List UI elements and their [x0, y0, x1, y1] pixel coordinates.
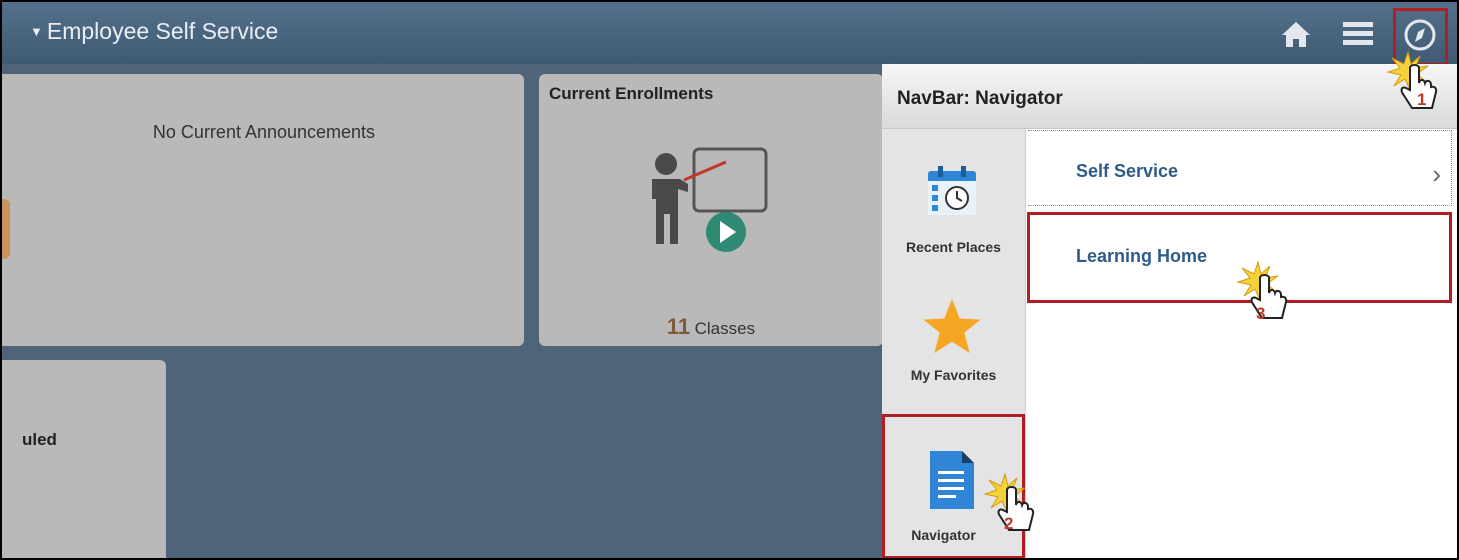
- side-item-recent-places[interactable]: Recent Places: [882, 129, 1025, 271]
- home-icon[interactable]: [1281, 20, 1311, 48]
- list-item-label: Self Service: [1076, 161, 1179, 181]
- callout-number: 2: [1004, 514, 1014, 533]
- side-item-my-favorites[interactable]: My Favorites: [882, 271, 1025, 413]
- hand-cursor-callout-3: 3: [1230, 260, 1300, 332]
- page-title-dropdown[interactable]: ▼ Employee Self Service: [30, 18, 278, 45]
- click-burst-icon: [1386, 50, 1438, 109]
- star-icon: [923, 299, 981, 353]
- navbar-title: NavBar: Navigator: [897, 88, 1063, 109]
- presentation-icon: [652, 147, 768, 252]
- calendar-clock-icon: [928, 166, 976, 215]
- menu-icon[interactable]: [1343, 22, 1373, 46]
- caret-down-icon: ▼: [30, 24, 43, 39]
- list-item-self-service[interactable]: Self Service ›: [1028, 130, 1452, 206]
- announcements-tile[interactable]: No Current Announcements: [2, 74, 524, 346]
- partial-tile-title: uled: [22, 430, 57, 449]
- tile-title: Current Enrollments: [549, 84, 714, 103]
- app-window: ▼ Employee Self Service No Current Announ…: [0, 0, 1459, 560]
- callout-number: 3: [1256, 304, 1266, 323]
- navbar-header: NavBar: Navigator: [882, 64, 1457, 129]
- hand-cursor-callout-1: 1: [1380, 50, 1450, 120]
- partial-graphic: [2, 199, 10, 259]
- enrollment-count-label: Classes: [694, 319, 756, 338]
- side-label: My Favorites: [910, 367, 997, 383]
- page-title: Employee Self Service: [46, 18, 279, 44]
- announcements-text: No Current Announcements: [152, 122, 376, 142]
- callout-number: 1: [1417, 90, 1427, 109]
- partial-tile[interactable]: uled: [2, 360, 166, 558]
- enrollment-count-row: 11 Classes: [539, 314, 883, 340]
- side-label: Recent Places: [906, 239, 1001, 255]
- current-enrollments-tile[interactable]: Current Enrollments 11 Classes: [539, 74, 883, 346]
- enrollment-count: 11: [666, 314, 691, 339]
- chevron-right-icon: ›: [1432, 159, 1441, 189]
- header-bar: ▼ Employee Self Service: [2, 2, 1457, 66]
- hand-cursor-callout-2: 2: [977, 472, 1047, 542]
